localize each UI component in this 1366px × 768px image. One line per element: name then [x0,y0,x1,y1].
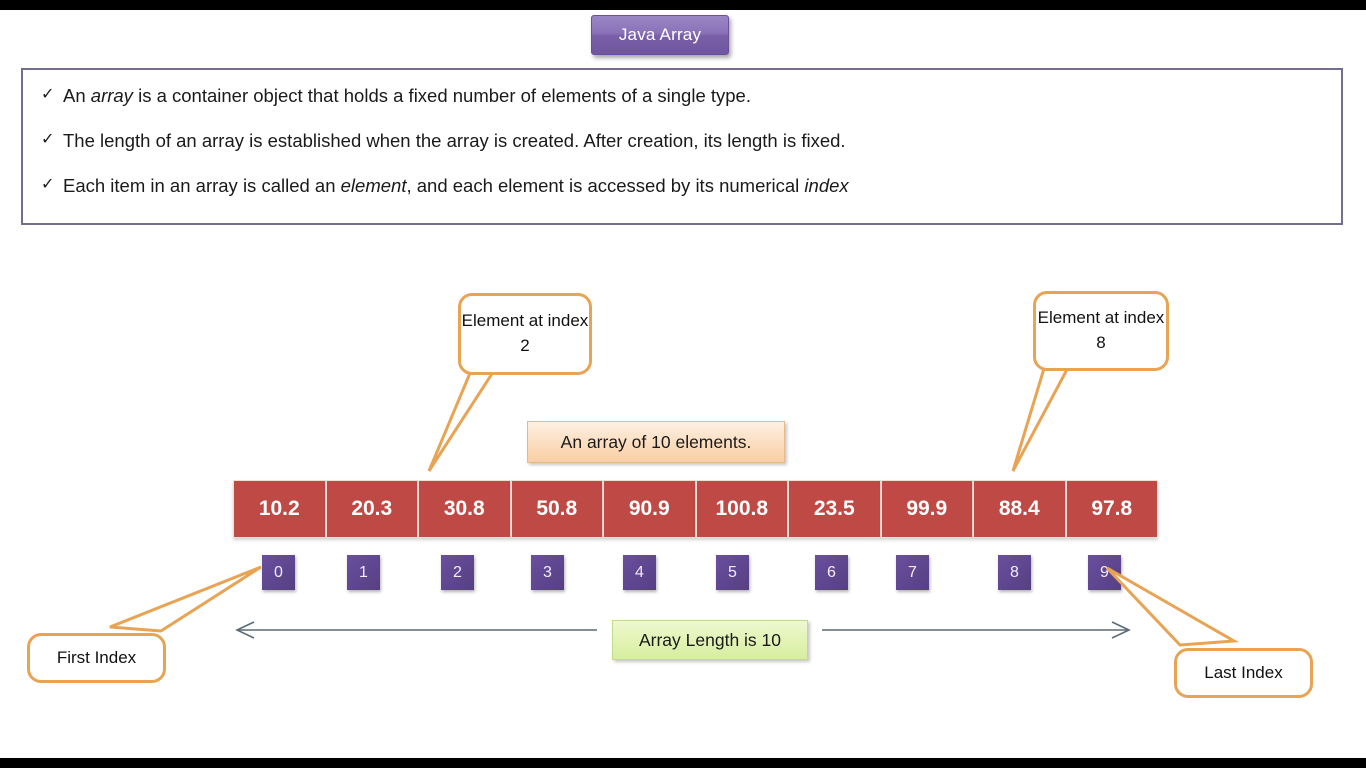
bullet-row: ✓ The length of an array is established … [41,129,1323,152]
array-index-value: 9 [1100,563,1109,581]
array-index-value: 3 [543,563,552,581]
slide-canvas: Java Array ✓ An array is a container obj… [0,10,1366,758]
length-arrow-right-head [1111,621,1131,639]
array-index-value: 0 [274,563,283,581]
callout-first-index: First Index [27,633,166,683]
array-index-box: 9 [1088,555,1121,590]
array-size-note: An array of 10 elements. [527,421,785,463]
array-index-value: 7 [908,563,917,581]
array-cell: 20.3 [325,480,418,538]
array-size-note-label: An array of 10 elements. [560,431,752,452]
length-arrow-left-head [235,621,255,639]
callout-last-index: Last Index [1174,648,1313,698]
array-index-box: 6 [815,555,848,590]
title-badge-label: Java Array [618,25,702,44]
array-cell: 30.8 [418,480,511,538]
checkmark-icon: ✓ [41,86,55,103]
array-index-box: 5 [716,555,749,590]
callout-last-index-label: Last Index [1204,662,1283,682]
callout-tail-last-index [1105,566,1239,647]
bullet-panel: ✓ An array is a container object that ho… [21,68,1343,225]
array-cell: 97.8 [1065,480,1158,538]
array-index-box: 7 [896,555,929,590]
callout-element-index-2: Element at index 2 [458,293,592,375]
array-index-box: 8 [998,555,1031,590]
array-index-value: 1 [359,563,368,581]
array-cell-value: 10.2 [258,497,300,520]
array-index-value: 4 [635,563,644,581]
bullet-text-1: The length of an array is established wh… [63,130,846,152]
array-cell: 100.8 [695,480,788,538]
array-index-value: 8 [1010,563,1019,581]
checkmark-icon: ✓ [41,176,55,194]
array-index-box: 3 [531,555,564,590]
checkmark-icon: ✓ [41,131,55,149]
bullet-row: ✓ An array is a container object that ho… [41,84,1323,107]
array-index-box: 0 [262,555,295,590]
array-cell: 50.8 [510,480,603,538]
array-cell-value: 97.8 [1091,497,1133,520]
callout-first-index-label: First Index [56,647,137,667]
bullet-text-2: Each item in an array is called an eleme… [63,175,849,197]
array-cell: 23.5 [788,480,881,538]
callout-element-index-8-label: Element at index 8 [1037,308,1165,352]
array-cell-value: 30.8 [443,497,485,520]
array-cell-value: 50.8 [536,497,578,520]
callout-tail-index8 [1011,360,1074,472]
array-length-note-label: Array Length is 10 [638,629,782,650]
array-cell: 88.4 [973,480,1066,538]
letterbox-bottom [0,758,1366,768]
array-cell-value: 23.5 [813,497,855,520]
array-cell: 10.2 [233,480,326,538]
array-cell-value: 100.8 [715,497,769,520]
array-cell-value: 99.9 [906,497,948,520]
callout-tail-index2 [427,364,500,472]
array-index-box: 2 [441,555,474,590]
array-cell-value: 88.4 [998,497,1040,520]
array-index-value: 5 [728,563,737,581]
callout-tail-first-index [109,565,262,633]
letterbox-top [0,0,1366,10]
array-length-note: Array Length is 10 [612,620,808,660]
array-cell: 90.9 [603,480,696,538]
callout-element-index-2-label: Element at index 2 [461,311,589,355]
title-badge: Java Array [591,15,729,55]
array-index-value: 6 [827,563,836,581]
array-cell: 99.9 [880,480,973,538]
bullet-text-0: An array is a container object that hold… [63,85,751,106]
array-index-box: 1 [347,555,380,590]
bullet-row: ✓ Each item in an array is called an ele… [41,174,1323,197]
array-cell-value: 90.9 [628,497,670,520]
array-index-value: 2 [453,563,462,581]
array-cell-value: 20.3 [351,497,393,520]
callout-element-index-8: Element at index 8 [1033,291,1169,371]
array-index-box: 4 [623,555,656,590]
